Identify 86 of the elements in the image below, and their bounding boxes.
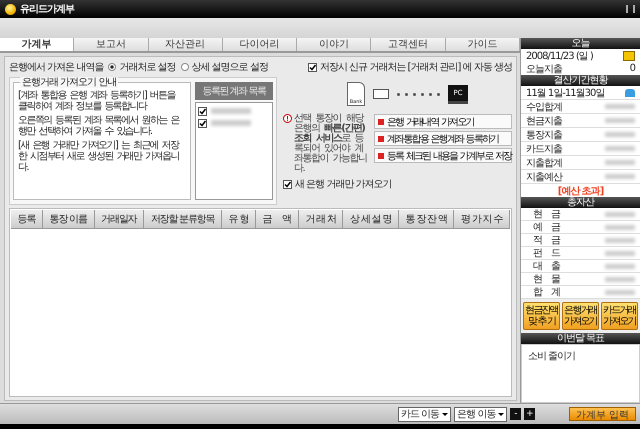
redacted-value (605, 238, 635, 242)
checkbox-icon[interactable] (283, 180, 292, 188)
redacted-value (605, 224, 635, 230)
window-controls-icon[interactable] (626, 5, 635, 13)
row-label: 지출합계 (526, 156, 562, 170)
redacted-value (605, 146, 635, 151)
column-header[interactable]: 거 래 처 (298, 210, 344, 229)
row-label: 지출예산 (526, 170, 562, 184)
auto-create-checkbox[interactable]: 저장시 신규 거래처는 [거래처 관리] 에 자동 생성 (308, 60, 512, 74)
column-header[interactable]: 평 가 지 수 (454, 210, 510, 229)
checkbox-icon[interactable] (198, 118, 207, 128)
quick-action-button[interactable]: 은행거래 가져오기 (562, 302, 599, 330)
column-header[interactable]: 유 형 (222, 210, 256, 229)
row-label: 예 금 (533, 221, 560, 234)
move-dropdown[interactable]: 은행 이동 (454, 406, 508, 422)
redacted-value (605, 212, 635, 216)
date-text: 2008/11/23 (일 ) (526, 50, 593, 62)
redacted-value (605, 104, 635, 109)
redacted-value (605, 132, 635, 137)
nav-tab[interactable]: 고객센터 (371, 38, 446, 51)
nav-tab[interactable]: 보고서 (74, 38, 149, 51)
nav-tab[interactable]: 자산관리 (148, 38, 223, 51)
guide-text: 오른쪽의 등록된 계좌 목록에서 원하는 은행만 선택하여 가져올 수 있습니다. (18, 115, 180, 137)
column-header[interactable]: 거래일자 (94, 210, 144, 229)
column-header[interactable]: 상 세 설 명 (343, 210, 399, 229)
guide-text: [계좌 통합용 은행 계좌 등록하기] 버튼을 클릭하여 계좌 정보를 등록합니다 (18, 90, 176, 112)
row-value: 0 (630, 63, 635, 74)
accounts-header: 등록된 계좌 목록 (195, 82, 273, 100)
zoom-button[interactable]: - (510, 408, 522, 420)
section-header: 오늘 (521, 38, 640, 49)
redacted-value (605, 250, 635, 256)
row-label: 대 출 (533, 260, 560, 273)
redacted-value (605, 264, 635, 268)
row-label: 카드지출 (526, 142, 562, 156)
guide-title: 은행거래 가져오기 안내 (20, 77, 118, 88)
redacted-value (605, 290, 635, 294)
column-header[interactable]: 저장할 분류항목 (144, 210, 222, 229)
redacted-value (605, 276, 635, 282)
action-button[interactable]: 계좌통합용 은행계좌 등록하기 (374, 131, 512, 146)
action-button[interactable]: 은행 거래내역 가져오기 (374, 114, 512, 129)
nav-tab[interactable]: 가계부 (0, 38, 74, 51)
row-label: 수입합계 (526, 100, 562, 114)
column-header[interactable]: 통 장 잔 액 (398, 210, 454, 229)
row-label: 오늘지출 (526, 62, 562, 76)
row-label: 현 물 (533, 273, 560, 286)
budget-alert-text: [예산 초과] (558, 184, 604, 198)
zoom-button[interactable]: + (524, 408, 536, 420)
row-label: 펀 드 (533, 247, 560, 260)
option-label: 은행에서 가져온 내역을 (9, 61, 104, 74)
row-label: 현 금 (533, 208, 560, 221)
nav-tab[interactable]: 다이어리 (222, 38, 298, 51)
row-label: 적 금 (533, 234, 560, 247)
date-range: 11월 1일-11월30일 (526, 86, 604, 100)
submit-button[interactable]: 가계부 입력 (568, 407, 636, 421)
column-header[interactable]: 금 액 (256, 210, 299, 229)
notice-text: 선택 통장이 해당은행의 빠른(간편)조회 서비스로 등록되어 있어야 계좌통합이 가능합니다. (294, 114, 368, 174)
checkbox-icon[interactable] (198, 106, 207, 116)
row-label: 합 계 (533, 286, 560, 299)
row-label: 현금지출 (526, 114, 562, 128)
row-label: 통장지출 (526, 128, 562, 142)
redacted-value (605, 118, 635, 123)
goal-text: 소비 줄이기 (528, 351, 576, 362)
section-header: 결산기간현황 (521, 75, 640, 86)
warning-icon (283, 114, 292, 123)
action-button[interactable]: 등록 체크된 내용을 가계부로 저장 (374, 148, 512, 163)
quick-action-button[interactable]: 현금잔액 맞 추 기 (523, 302, 560, 330)
move-dropdown[interactable]: 카드 이동 (398, 406, 452, 422)
radio-option[interactable]: 상세 설명으로 설정 (180, 60, 268, 74)
nav-tab[interactable]: 가이드 (446, 38, 520, 51)
guide-text: [새 은행 거래만 가져오기] 는 최근에 저장한 시점부터 새로 생성된 거래만 가져옵니다. (18, 140, 180, 173)
window-title: 유리드가계부 (20, 3, 74, 16)
redacted-value (605, 174, 635, 179)
quick-action-button[interactable]: 카드거래 가져오기 (601, 302, 638, 330)
redacted-value (605, 160, 635, 165)
redacted-account (211, 120, 251, 126)
section-header: 이번달 목표 (521, 333, 640, 344)
new-only-checkbox[interactable]: 새 은행 거래만 가져오기 (283, 177, 392, 191)
section-header: 총자산 (521, 197, 640, 208)
redacted-account (211, 108, 251, 114)
checkbox-icon[interactable] (308, 62, 317, 72)
column-header[interactable]: 등록 (11, 210, 43, 229)
column-header[interactable]: 통장 이름 (42, 210, 95, 229)
nav-tab[interactable]: 이야기 (297, 38, 372, 51)
app-logo-icon (5, 4, 16, 14)
radio-option[interactable]: 거래처로 설정 (108, 60, 176, 74)
dotted-connector-icon (397, 92, 440, 96)
